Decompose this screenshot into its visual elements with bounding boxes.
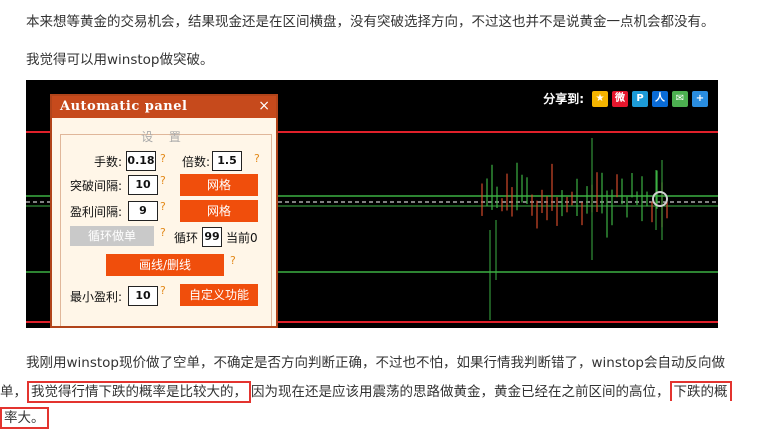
draw-line-row: 画线/删线 ?: [52, 254, 276, 276]
automatic-panel: Automatic panel × 设 置 手数: 0.18 ? 倍数: 1.5…: [50, 94, 278, 328]
renren-icon[interactable]: 人: [652, 90, 668, 107]
grid-button-1[interactable]: 网格: [180, 174, 258, 196]
breakout-gap-label: 突破间隔:: [69, 179, 122, 193]
breakout-gap-input[interactable]: 10: [128, 175, 158, 195]
current-label: 当前0: [226, 231, 258, 245]
loop-help-icon[interactable]: ?: [160, 226, 166, 239]
paragraph-winstop: 我觉得可以用winstop做突破。: [26, 52, 214, 68]
breakout-row: 突破间隔: 10 ? 网格: [52, 174, 276, 196]
paragraph-trade-line1: 我刚用winstop现价做了空单，不确定是否方向判断正确，不过也不怕，如果行情我…: [26, 355, 726, 371]
multiplier-input[interactable]: 1.5: [212, 151, 242, 171]
profit-gap-row: 盈利间隔: 9 ? 网格: [52, 200, 276, 222]
weibo-icon[interactable]: 微: [612, 90, 628, 107]
custom-function-button[interactable]: 自定义功能: [180, 284, 258, 306]
trade-line2-mid: 因为现在还是应该用震荡的思路做黄金，黄金已经在之前区间的高位，: [251, 384, 670, 400]
more-share-icon[interactable]: +: [692, 90, 708, 107]
draw-line-button[interactable]: 画线/删线: [106, 254, 224, 276]
close-icon[interactable]: ×: [258, 98, 270, 114]
trade-line2-prefix: 单，: [0, 384, 27, 400]
draw-line-help-icon[interactable]: ?: [230, 254, 236, 267]
min-profit-input[interactable]: 10: [128, 286, 158, 306]
paragraph-trade-line3: 率大。: [0, 406, 49, 429]
profit-gap-help-icon[interactable]: ?: [160, 200, 166, 213]
breakout-help-icon[interactable]: ?: [160, 174, 166, 187]
panel-title: Automatic panel: [52, 96, 276, 118]
lots-row: 手数: 0.18 ? 倍数: 1.5 ?: [52, 150, 276, 172]
profit-gap-input[interactable]: 9: [128, 201, 158, 221]
loop-row: 循环做单 ? 循环 99 当前0: [52, 226, 276, 248]
lots-label: 手数:: [93, 155, 122, 169]
share-bar: 分享到: ★ 微 P 人 ✉ +: [543, 90, 708, 107]
wechat-icon[interactable]: ✉: [672, 90, 688, 107]
settings-title: 设 置: [141, 130, 187, 144]
loop-input[interactable]: 99: [202, 227, 222, 247]
qzone-icon[interactable]: ★: [592, 90, 608, 107]
highlight-drop-probability-b: 率大。: [0, 407, 49, 429]
min-profit-help-icon[interactable]: ?: [160, 284, 166, 297]
min-profit-row: 最小盈利: 10 ? 自定义功能: [52, 284, 276, 306]
paragraph-trade-line2: 单， 我觉得行情下跌的概率是比较大的， 因为现在还是应该用震荡的思路做黄金，黄金已经…: [0, 380, 762, 403]
loop-order-button[interactable]: 循环做单: [70, 226, 154, 246]
multiplier-help-icon[interactable]: ?: [254, 152, 260, 165]
loop-label: 循环: [174, 231, 199, 245]
highlight-drop-probability-a: 下跌的概: [669, 381, 732, 401]
min-profit-label: 最小盈利:: [69, 290, 122, 304]
highlight-downtrend-opinion: 我觉得行情下跌的概率是比较大的，: [27, 381, 251, 403]
paragraph-intro: 本来想等黄金的交易机会，结果现金还是在区间横盘，没有突破选择方向，不过这也并不是…: [26, 14, 715, 30]
profit-gap-label: 盈利间隔:: [69, 205, 122, 219]
grid-button-2[interactable]: 网格: [180, 200, 258, 222]
multiplier-label: 倍数:: [181, 155, 210, 169]
lots-help-icon[interactable]: ?: [160, 152, 166, 165]
tencent-weibo-icon[interactable]: P: [632, 90, 648, 107]
share-label: 分享到:: [543, 92, 584, 106]
lots-input[interactable]: 0.18: [126, 151, 156, 171]
price-marker-icon: [652, 191, 668, 207]
